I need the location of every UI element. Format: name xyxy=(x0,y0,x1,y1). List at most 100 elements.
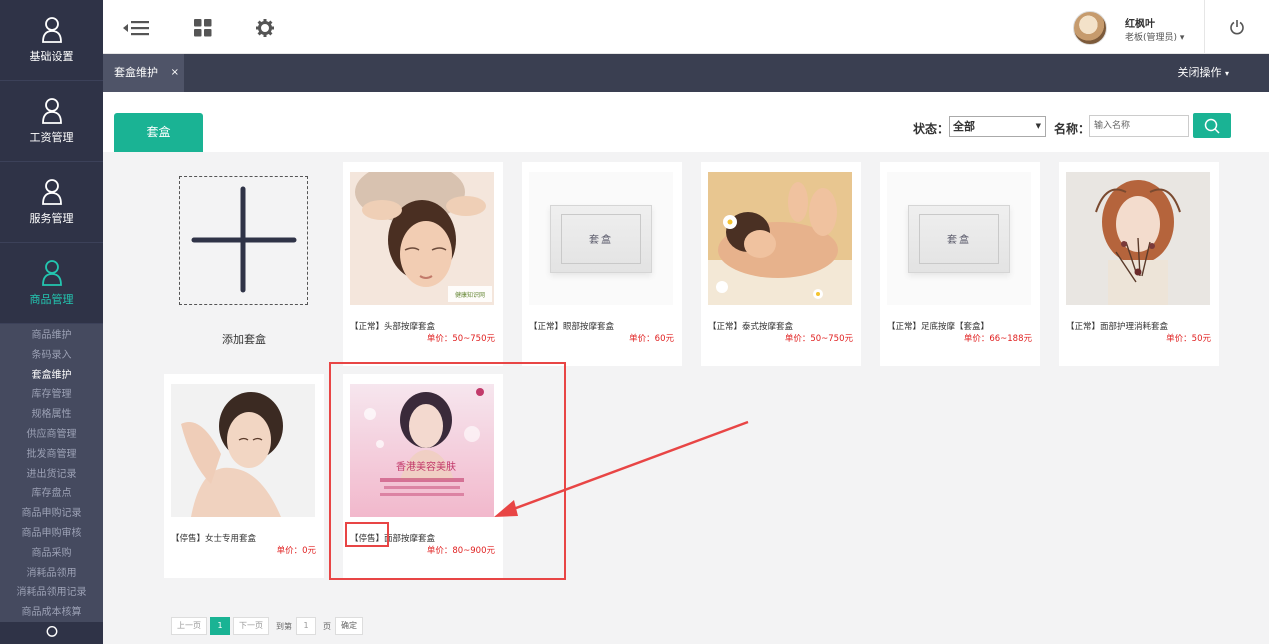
close-icon[interactable]: × xyxy=(171,54,179,92)
submenu-item-active[interactable]: 套盒维护 xyxy=(0,366,103,386)
goto-label: 到第 xyxy=(276,621,292,631)
product-image[interactable]: 套盒 xyxy=(529,172,673,305)
tab-kit-maintenance[interactable]: 套盒维护 × xyxy=(103,54,184,92)
product-title: 【正常】头部按摩套盒 xyxy=(350,322,436,332)
product-card[interactable]: 【正常】面部护理消耗套盒 单价：50元 xyxy=(1059,162,1219,366)
avatar[interactable] xyxy=(1073,11,1107,45)
submenu-item[interactable]: 商品申购记录 xyxy=(0,504,103,524)
main-content: 套盒 状态： 全部 ▼ 名称： 输入名称 添加套盒 健康知识网 【正常】头部按摩… xyxy=(103,92,1269,644)
close-operations-dropdown[interactable]: 关闭操作 ▾ xyxy=(1177,54,1229,93)
status-select-value: 全部 xyxy=(953,120,975,133)
submenu-item[interactable]: 商品申购审核 xyxy=(0,524,103,544)
product-card[interactable]: 【正常】泰式按摩套盒 单价：50~750元 xyxy=(701,162,861,366)
submenu-item[interactable]: 进出货记录 xyxy=(0,465,103,485)
plus-icon xyxy=(191,186,297,293)
tab-kit[interactable]: 套盒 xyxy=(114,113,203,152)
status-select[interactable]: 全部 ▼ xyxy=(949,116,1046,137)
product-price: 单价：0元 xyxy=(276,546,316,556)
product-price: 单价：50~750元 xyxy=(784,334,853,344)
submenu-item[interactable]: 批发商管理 xyxy=(0,445,103,465)
product-title: 【正常】泰式按摩套盒 xyxy=(708,322,794,332)
submenu-item[interactable]: 商品成本核算 xyxy=(0,603,103,623)
product-image[interactable]: 健康知识网 xyxy=(350,172,494,305)
top-bar: 红枫叶 老板(管理员) ▾ xyxy=(103,0,1269,54)
page-1-button[interactable]: 1 xyxy=(210,617,230,635)
product-title: 【正常】面部护理消耗套盒 xyxy=(1066,322,1169,332)
submenu-item[interactable]: 商品采购 xyxy=(0,544,103,564)
tab-bar: 套盒维护 × 关闭操作 ▾ xyxy=(103,54,1269,92)
pagination: 上一页 1 下一页 到第 1 页 确定 xyxy=(171,616,366,636)
woman-image xyxy=(171,384,315,517)
panel-header: 套盒 状态： 全部 ▼ 名称： 输入名称 xyxy=(103,92,1269,152)
product-image[interactable] xyxy=(708,172,852,305)
collapse-menu-icon[interactable] xyxy=(123,18,151,38)
submenu-item[interactable]: 库存盘点 xyxy=(0,484,103,504)
product-card[interactable]: 健康知识网 【正常】头部按摩套盒 单价：50~750元 xyxy=(343,162,503,366)
sidebar: 基础设置 工资管理 服务管理 商品管理 商品维护 条码录入 套盒维护 库存管理 … xyxy=(0,0,103,644)
product-price: 单价：60元 xyxy=(629,334,674,344)
sidebar-item-label: 工资管理 xyxy=(29,131,74,144)
sidebar-submenu: 商品维护 条码录入 套盒维护 库存管理 规格属性 供应商管理 批发商管理 进出货… xyxy=(0,324,103,623)
product-price: 单价：50~750元 xyxy=(426,334,495,344)
portrait-image xyxy=(1066,172,1210,305)
user-icon xyxy=(41,260,62,286)
submenu-item[interactable]: 规格属性 xyxy=(0,405,103,425)
sidebar-bottom-item[interactable] xyxy=(0,622,103,644)
chevron-down-icon: ▾ xyxy=(1224,69,1229,78)
user-menu[interactable]: 红枫叶 老板(管理员) ▾ xyxy=(1073,9,1213,47)
grid-icon[interactable] xyxy=(193,18,213,38)
user-icon xyxy=(41,17,62,43)
sidebar-item-basic-settings[interactable]: 基础设置 xyxy=(0,0,103,81)
chevron-down-icon: ▾ xyxy=(1179,33,1185,43)
add-kit-label: 添加套盒 xyxy=(222,333,266,346)
submenu-item[interactable]: 供应商管理 xyxy=(0,425,103,445)
search-icon xyxy=(1204,118,1220,134)
next-page-button[interactable]: 下一页 xyxy=(233,617,269,635)
sidebar-item-label: 服务管理 xyxy=(29,212,74,225)
sidebar-item-service[interactable]: 服务管理 xyxy=(0,162,103,243)
product-card[interactable]: 【停售】女士专用套盒 单价：0元 xyxy=(164,374,324,578)
chevron-down-icon: ▼ xyxy=(1035,122,1041,130)
confirm-page-button[interactable]: 确定 xyxy=(335,617,363,635)
submenu-item[interactable]: 消耗品领用记录 xyxy=(0,583,103,603)
sidebar-item-salary[interactable]: 工资管理 xyxy=(0,81,103,162)
submenu-item[interactable]: 条码录入 xyxy=(0,346,103,366)
power-icon xyxy=(1230,20,1244,35)
page-number-input[interactable]: 1 xyxy=(296,617,316,635)
user-icon xyxy=(46,626,57,637)
sidebar-item-label: 基础设置 xyxy=(29,50,74,63)
submenu-item[interactable]: 消耗品领用 xyxy=(0,564,103,584)
user-icon xyxy=(41,179,62,205)
search-button[interactable] xyxy=(1193,113,1231,138)
close-operations-label: 关闭操作 xyxy=(1177,66,1222,79)
product-image[interactable] xyxy=(1066,172,1210,305)
product-card[interactable]: 套盒 【正常】足底按摩【套盒】 单价：66~188元 xyxy=(880,162,1040,366)
head-massage-image: 健康知识网 xyxy=(350,172,494,305)
submenu-item[interactable]: 库存管理 xyxy=(0,385,103,405)
product-image[interactable]: 套盒 xyxy=(887,172,1031,305)
add-kit-button[interactable] xyxy=(179,176,308,305)
product-card[interactable]: 套盒 【正常】眼部按摩套盒 单价：60元 xyxy=(522,162,682,366)
page-unit-label: 页 xyxy=(323,621,331,631)
gear-icon[interactable] xyxy=(255,18,275,38)
user-role[interactable]: 老板(管理员) ▾ xyxy=(1125,30,1184,43)
annotation-status-tag-box xyxy=(345,522,389,547)
watermark-text: 健康知识网 xyxy=(455,291,485,299)
thai-massage-image xyxy=(708,172,852,305)
sidebar-item-products[interactable]: 商品管理 xyxy=(0,243,103,324)
product-title: 【正常】足底按摩【套盒】 xyxy=(887,322,990,332)
product-price: 单价：50元 xyxy=(1166,334,1211,344)
product-title: 【正常】眼部按摩套盒 xyxy=(529,322,615,332)
logout-button[interactable] xyxy=(1204,0,1269,54)
sidebar-item-label: 商品管理 xyxy=(29,293,74,306)
prev-page-button[interactable]: 上一页 xyxy=(171,617,207,635)
box-label: 套盒 xyxy=(947,235,971,246)
box-label: 套盒 xyxy=(589,235,613,246)
user-role-label: 老板(管理员) xyxy=(1125,33,1178,43)
user-name: 红枫叶 xyxy=(1125,19,1155,30)
product-image[interactable] xyxy=(171,384,315,517)
name-search-input[interactable]: 输入名称 xyxy=(1089,115,1189,137)
submenu-item[interactable]: 商品维护 xyxy=(0,326,103,346)
status-label: 状态： xyxy=(913,122,950,136)
product-title: 【停售】女士专用套盒 xyxy=(171,534,257,544)
